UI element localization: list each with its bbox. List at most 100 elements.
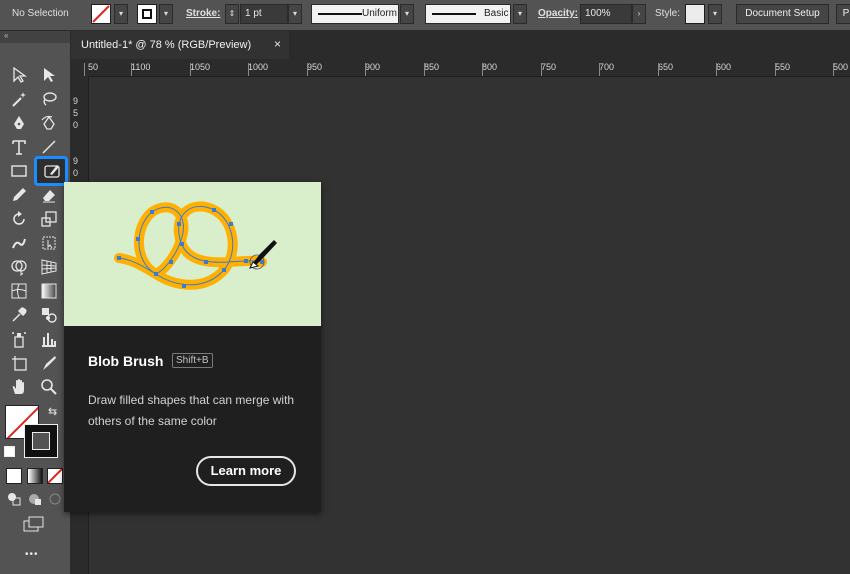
none-mode-button[interactable]	[47, 468, 63, 484]
zoom-magnifier-icon	[41, 379, 57, 395]
warp-finger-icon	[12, 238, 26, 249]
pencil-icon	[13, 188, 26, 201]
shape-builder-tool[interactable]	[8, 256, 30, 278]
stroke-swatch[interactable]	[137, 4, 157, 24]
pen-tool[interactable]	[8, 112, 30, 134]
chevron-down-icon: ▾	[712, 9, 717, 18]
edit-toolbar-icon[interactable]: •••	[25, 549, 39, 560]
free-transform-icon	[42, 236, 56, 250]
draw-behind-button[interactable]	[27, 491, 43, 507]
eyedropper-icon	[12, 307, 27, 322]
stroke-profile-select[interactable]: Uniform	[311, 4, 399, 24]
selection-arrow-icon	[13, 66, 27, 83]
opacity-dropdown[interactable]: ›	[632, 4, 646, 24]
draw-inside-button[interactable]	[47, 491, 63, 507]
draw-normal-button[interactable]	[6, 491, 22, 507]
perspective-grid-icon	[41, 259, 57, 275]
ruler-label: 0	[73, 168, 79, 178]
stroke-color-box[interactable]	[24, 424, 58, 458]
stepper-arrows-icon: ⇕	[228, 9, 236, 18]
scale-tool[interactable]	[38, 208, 60, 230]
rectangle-tool[interactable]	[8, 160, 30, 182]
rotate-icon	[13, 211, 25, 225]
style-dropdown[interactable]: ▾	[708, 4, 722, 24]
tools-panel-header[interactable]: «	[0, 31, 70, 43]
uniform-line-icon	[318, 13, 362, 15]
ruler-label: 9	[73, 156, 79, 166]
stroke-weight-dropdown[interactable]: ▾	[288, 4, 302, 24]
type-tool[interactable]	[8, 136, 30, 158]
chevron-down-icon: ▾	[163, 9, 168, 18]
type-t-icon	[12, 140, 26, 155]
column-graph-tool[interactable]	[38, 328, 60, 350]
direct-selection-tool[interactable]	[38, 64, 60, 86]
curvature-pen-icon	[41, 115, 55, 130]
color-mode-button[interactable]	[6, 468, 22, 484]
learn-more-button[interactable]: Learn more	[196, 456, 296, 486]
stroke-weight-field[interactable]: 1 pt	[240, 4, 288, 24]
control-bar: No Selection ▾ ▾ Stroke: ⇕ 1 pt ▾ Unifor…	[0, 0, 850, 31]
style-label: Style:	[655, 8, 681, 19]
graphic-style-swatch[interactable]	[685, 4, 705, 24]
slice-tool[interactable]	[38, 352, 60, 374]
hand-tool[interactable]	[8, 376, 30, 398]
chevron-down-icon: ▾	[292, 9, 297, 18]
direct-selection-arrow-icon	[44, 68, 55, 82]
stroke-inner-icon	[32, 432, 50, 450]
ruler-label: 5	[73, 108, 79, 118]
draw-inside-icon	[49, 493, 61, 505]
magic-wand-tool[interactable]	[8, 88, 30, 110]
zoom-tool[interactable]	[38, 376, 60, 398]
pencil-tool[interactable]	[8, 184, 30, 206]
lasso-tool[interactable]	[38, 88, 60, 110]
stroke-label[interactable]: Stroke:	[186, 8, 220, 19]
default-colors-icon[interactable]	[4, 446, 15, 457]
fill-dropdown[interactable]: ▾	[114, 4, 128, 24]
none-swatch-icon	[48, 469, 62, 483]
blend-tool[interactable]	[38, 304, 60, 326]
scale-icon	[41, 211, 57, 227]
document-setup-button[interactable]: Document Setup	[736, 4, 829, 24]
hand-icon	[12, 379, 24, 394]
perspective-grid-tool[interactable]	[38, 256, 60, 278]
warp-tool[interactable]	[8, 232, 30, 254]
swap-fill-stroke-icon[interactable]: ⇆	[48, 405, 57, 418]
mesh-tool[interactable]	[8, 280, 30, 302]
collapse-panel-icon[interactable]: «	[4, 31, 8, 40]
close-icon[interactable]: ×	[274, 37, 281, 51]
artboard-tool[interactable]	[8, 352, 30, 374]
stroke-profile-dropdown[interactable]: ▾	[400, 4, 414, 24]
preferences-button[interactable]: P	[836, 4, 850, 24]
stroke-weight-stepper[interactable]: ⇕	[225, 4, 239, 24]
eraser-tool[interactable]	[38, 184, 60, 206]
gradient-mode-button[interactable]	[27, 468, 43, 484]
horizontal-ruler-ticks	[84, 63, 834, 76]
opacity-field[interactable]: 100%	[580, 4, 632, 24]
line-segment-tool[interactable]	[38, 136, 60, 158]
brush-definition-select[interactable]: Basic	[425, 4, 511, 24]
none-swatch-icon	[92, 5, 110, 23]
tooltip-description: Draw filled shapes that can merge with o…	[88, 393, 295, 428]
fill-swatch[interactable]	[91, 4, 111, 24]
selection-status: No Selection	[12, 8, 69, 19]
eyedropper-tool[interactable]	[8, 304, 30, 326]
opacity-label[interactable]: Opacity:	[538, 8, 578, 19]
lasso-icon	[43, 92, 57, 106]
stroke-dropdown[interactable]: ▾	[159, 4, 173, 24]
rotate-tool[interactable]	[8, 208, 30, 230]
gradient-tool[interactable]	[38, 280, 60, 302]
selection-tool[interactable]	[8, 64, 30, 86]
symbol-sprayer-tool[interactable]	[8, 328, 30, 350]
blend-icon	[42, 308, 57, 323]
free-transform-tool[interactable]	[38, 232, 60, 254]
change-screen-mode-button[interactable]	[22, 516, 46, 532]
blob-brush-tool[interactable]	[34, 156, 68, 186]
ruler-label: 0	[73, 120, 79, 130]
pen-nib-icon	[14, 116, 24, 129]
screen-mode-icon	[23, 516, 44, 532]
column-graph-icon	[42, 333, 56, 347]
curvature-tool[interactable]	[38, 112, 60, 134]
brush-dropdown[interactable]: ▾	[513, 4, 527, 24]
document-tab[interactable]: Untitled-1* @ 78 % (RGB/Preview) ×	[71, 31, 289, 59]
horizontal-ruler[interactable]: 50 1100 1050 1000 950 900 850 800 750 70…	[70, 59, 850, 77]
